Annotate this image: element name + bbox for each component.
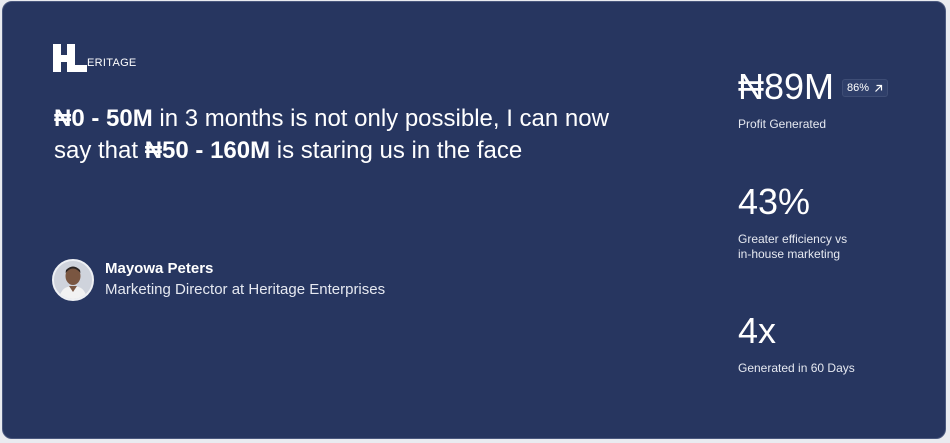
heritage-logo: ERITAGE xyxy=(53,44,137,72)
stat-efficiency: 43% Greater efficiency vs in-house marke… xyxy=(738,182,847,262)
quote-text-2: is staring us in the face xyxy=(270,137,523,164)
testimonial-quote: ₦0 - 50M in 3 months is not only possibl… xyxy=(54,103,614,167)
stat-value: 4x xyxy=(738,310,777,351)
author-name: Mayowa Peters xyxy=(105,260,214,277)
quote-highlight-range-2: ₦50 - 160M xyxy=(144,137,271,164)
testimonial-card: ERITAGE ₦0 - 50M in 3 months is not only… xyxy=(2,1,946,439)
stat-label: Generated in 60 Days xyxy=(738,361,855,375)
author-block: Mayowa Peters Marketing Director at Heri… xyxy=(52,259,385,301)
arrow-up-right-icon xyxy=(875,84,883,92)
stat-label: Greater efficiency vs in-house marketing xyxy=(738,232,848,261)
person-avatar-icon xyxy=(54,261,92,299)
logo-text: ERITAGE xyxy=(87,57,137,69)
growth-badge: 86% xyxy=(842,79,889,97)
stat-generated: 4x Generated in 60 Days xyxy=(738,311,855,376)
stat-value: ₦89M xyxy=(738,66,835,107)
stat-profit: ₦89M 86% Profit Generated xyxy=(738,66,889,132)
author-title: Marketing Director at Heritage Enterpris… xyxy=(105,281,386,298)
h-logo-icon xyxy=(53,44,87,72)
avatar xyxy=(52,259,94,301)
stat-value: 43% xyxy=(738,181,811,222)
quote-highlight-range-1: ₦0 - 50M xyxy=(54,105,153,132)
badge-value: 86% xyxy=(847,82,870,94)
stat-label: Profit Generated xyxy=(738,117,827,131)
